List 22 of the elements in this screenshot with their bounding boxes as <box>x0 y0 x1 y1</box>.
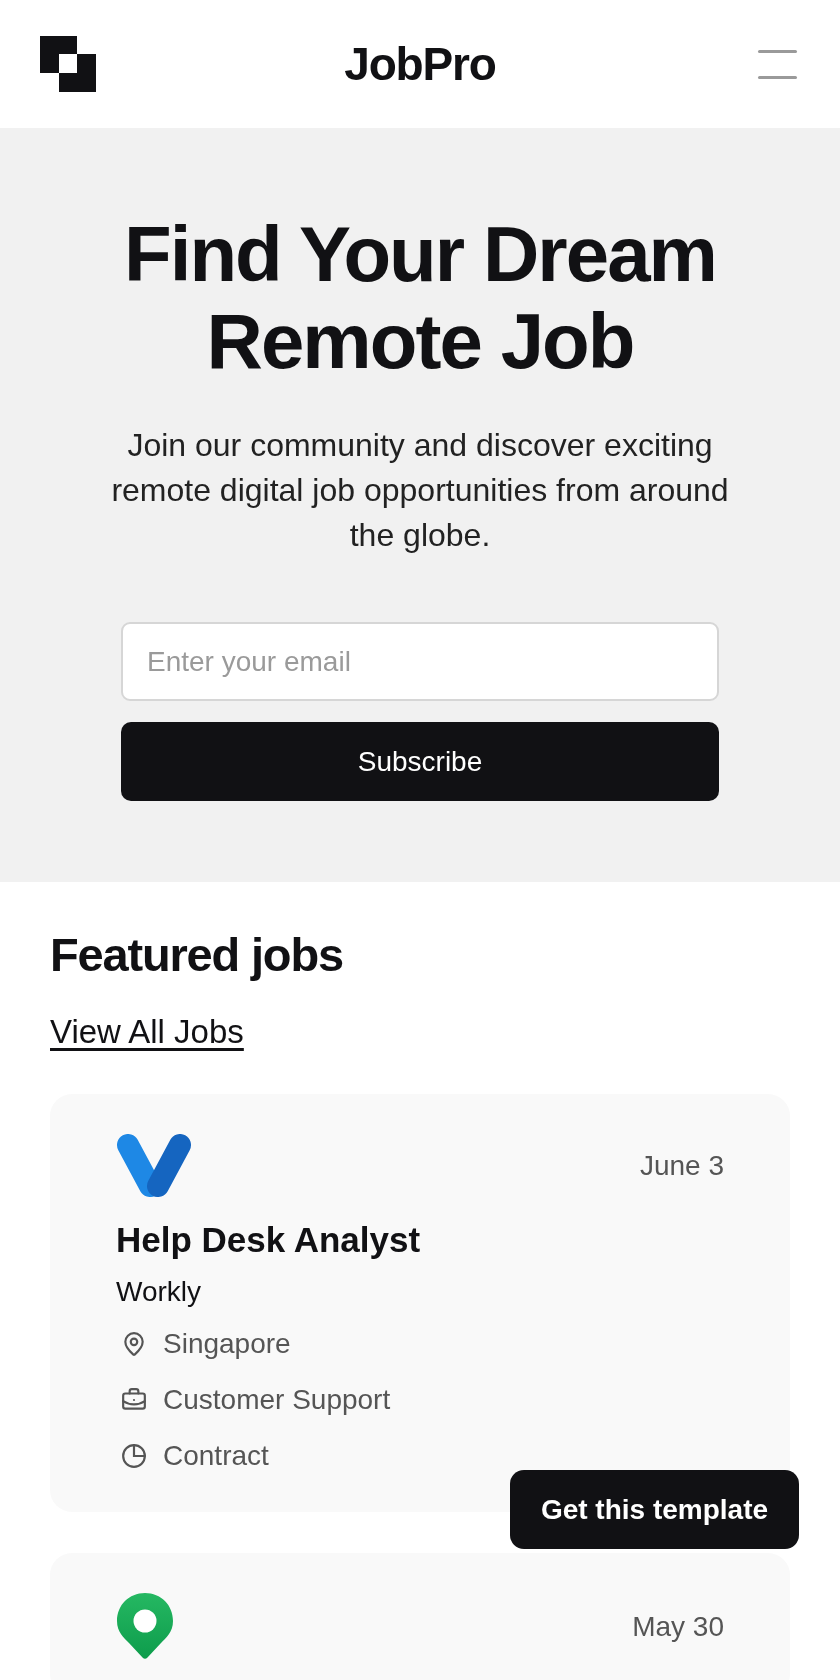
hero-description: Join our community and discover exciting remote digital job opportunities from around the globe. <box>110 426 730 555</box>
view-all-jobs-link[interactable]: View All Jobs <box>50 1012 244 1052</box>
section-heading: Featured jobs <box>50 927 344 983</box>
map-pin-logo-icon <box>116 1593 174 1660</box>
job-detail: Contract <box>163 1439 269 1473</box>
briefcase-icon <box>121 1387 147 1413</box>
logo-icon[interactable] <box>40 36 96 92</box>
company-name: Workly <box>116 1275 203 1309</box>
job-date: May 30 <box>632 1609 724 1644</box>
job-card[interactable]: May 30 <box>50 1553 790 1680</box>
get-template-button[interactable]: Get this template <box>510 1470 799 1549</box>
site-title: JobPro <box>344 41 496 87</box>
job-title: Help Desk Analyst <box>116 1219 422 1261</box>
job-date: June 3 <box>639 1148 724 1183</box>
hero-heading: Find Your Dream Remote Job <box>123 211 717 385</box>
v-logo-icon <box>116 1134 192 1197</box>
email-input[interactable]: Enter your email <box>121 622 719 701</box>
job-detail: Customer Support <box>163 1383 391 1417</box>
clock-icon <box>121 1443 147 1469</box>
map-pin-icon <box>121 1331 147 1357</box>
job-detail: Singapore <box>163 1327 291 1361</box>
subscribe-button[interactable]: Subscribe <box>121 722 719 801</box>
